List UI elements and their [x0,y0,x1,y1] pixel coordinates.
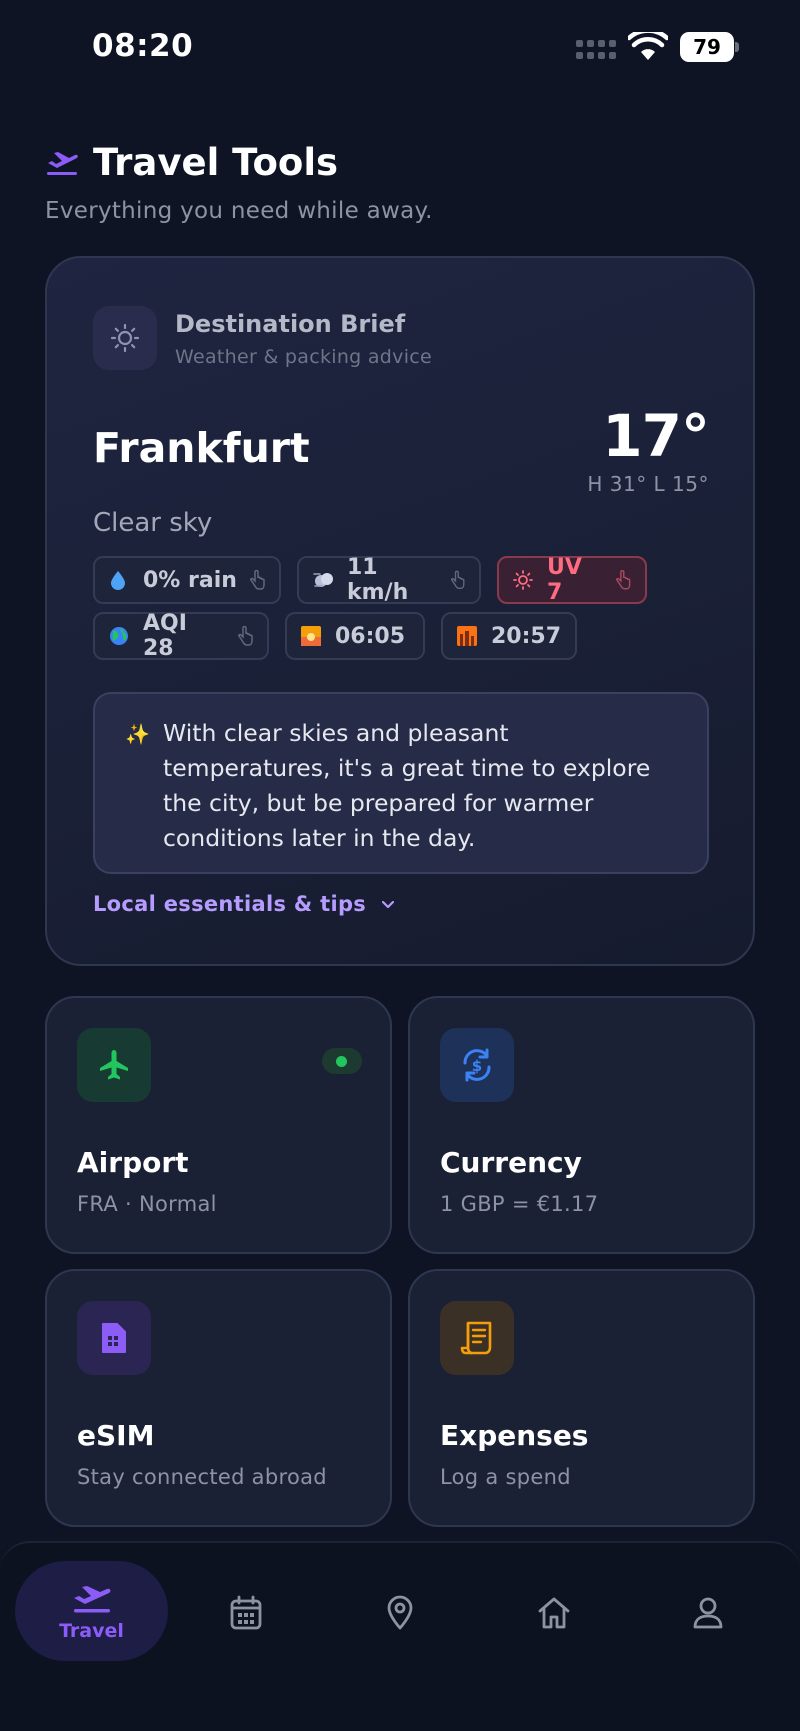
esim-tile[interactable]: eSIM Stay connected abroad [45,1269,392,1527]
departure-plane-icon [47,152,78,175]
expenses-icon-tile [440,1301,514,1375]
nav-travel-label: Travel [59,1620,124,1642]
battery-icon: 79 [680,32,739,62]
high-low-temperature: H 31° L 15° [587,472,709,496]
rain-chip-label: 0% rain [143,567,237,593]
nav-travel[interactable]: Travel [15,1561,168,1661]
battery-level: 79 [680,32,734,62]
packing-tip-text: With clear skies and pleasant temperatur… [163,719,651,852]
aqi-chip[interactable]: AQI 28 [93,611,269,661]
plane-icon [100,1050,128,1080]
airport-tile[interactable]: Airport FRA · Normal [45,996,392,1254]
sunset-chip-label: 20:57 [491,623,562,649]
expenses-subtitle: Log a spend [440,1465,571,1489]
nav-profile[interactable] [658,1563,758,1663]
city-name: Frankfurt [93,424,310,472]
sun-icon [110,323,140,353]
airport-subtitle: FRA · Normal [77,1192,217,1216]
sim-card-icon [102,1323,126,1353]
packing-tip-box: ✨ With clear skies and pleasant temperat… [93,692,709,874]
travel-icon [73,1586,110,1613]
currency-exchange-icon: $ [463,1048,491,1082]
status-bar: 08:20 79 [0,0,800,96]
uv-chip[interactable]: UV 7 [497,555,647,605]
esim-title: eSIM [77,1419,155,1452]
wind-icon [313,570,333,590]
droplet-icon [109,570,129,590]
sparkle-icon: ✨ [125,722,150,746]
page-title: Travel Tools [93,140,339,184]
tap-hint-icon [451,570,465,589]
sun-icon [513,570,533,590]
destination-brief-card[interactable]: Destination Brief Weather & packing advi… [45,256,755,966]
svg-text:$: $ [472,1057,482,1075]
esim-icon-tile [77,1301,151,1375]
map-pin-icon [387,1595,413,1630]
esim-subtitle: Stay connected abroad [77,1465,327,1489]
brief-title: Destination Brief [175,310,406,338]
sunrise-chip: 06:05 [285,612,425,660]
local-essentials-label: Local essentials & tips [93,892,367,916]
chevron-down-icon [381,900,395,909]
currency-subtitle: 1 GBP = €1.17 [440,1192,599,1216]
tap-hint-icon [238,626,253,646]
rain-chip[interactable]: 0% rain [93,556,281,604]
currency-tile[interactable]: $ Currency 1 GBP = €1.17 [408,996,755,1254]
globe-icon [109,626,129,646]
uv-chip-label: UV 7 [547,555,582,605]
wifi-icon [628,32,668,60]
home-icon [538,1597,570,1629]
receipt-icon [460,1321,492,1355]
airport-title: Airport [77,1146,189,1179]
sunrise-chip-label: 06:05 [335,623,406,649]
currency-icon-tile: $ [440,1028,514,1102]
local-essentials-toggle[interactable]: Local essentials & tips [93,892,396,916]
current-temperature: 17° [602,402,710,470]
brief-icon-tile [93,306,157,370]
tap-hint-icon [249,570,265,590]
bottom-navigation: Travel [0,1541,800,1731]
sunset-icon [457,626,477,646]
expenses-tile[interactable]: Expenses Log a spend [408,1269,755,1527]
airport-status-indicator [322,1048,362,1074]
nav-map[interactable] [350,1563,450,1663]
nav-calendar[interactable] [196,1563,296,1663]
tap-hint-icon [616,570,631,590]
weather-condition: Clear sky [93,508,213,538]
aqi-chip-label: AQI 28 [143,611,187,661]
cellular-signal-icon [576,40,618,60]
status-time: 08:20 [92,28,194,64]
wind-chip[interactable]: 11 km/h [297,555,481,605]
currency-title: Currency [440,1146,582,1179]
wind-chip-label: 11 km/h [347,555,409,605]
brief-subtitle: Weather & packing advice [175,346,433,368]
page-subtitle: Everything you need while away. [45,198,433,224]
sunrise-icon [301,626,321,646]
calendar-icon [230,1595,262,1630]
sunset-chip: 20:57 [441,612,577,660]
profile-icon [693,1597,723,1629]
page-header: Travel Tools Everything you need while a… [45,138,755,225]
expenses-title: Expenses [440,1419,589,1452]
nav-home[interactable] [504,1563,604,1663]
airport-icon-tile [77,1028,151,1102]
